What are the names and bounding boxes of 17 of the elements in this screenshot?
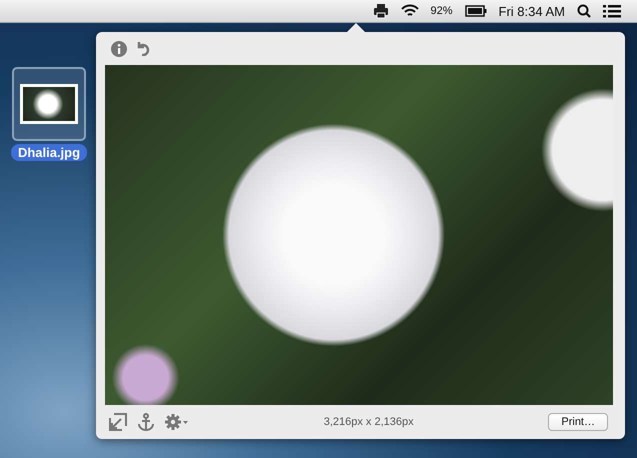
file-thumbnail[interactable] xyxy=(12,67,86,141)
rotate-icon[interactable] xyxy=(137,41,150,56)
wifi-icon[interactable] xyxy=(400,4,418,18)
fullscreen-icon[interactable] xyxy=(109,413,127,431)
menu-bar-clock[interactable]: Fri 8:34 AM xyxy=(498,4,565,18)
file-name-label[interactable]: Dhalia.jpg xyxy=(10,144,88,161)
printer-icon[interactable] xyxy=(372,4,388,18)
search-icon[interactable] xyxy=(577,4,591,18)
info-icon[interactable] xyxy=(111,40,127,56)
image-dimensions: 3,216px x 2,136px xyxy=(322,416,415,428)
list-icon[interactable] xyxy=(603,4,621,18)
photo-placeholder xyxy=(20,84,78,124)
anchor-icon[interactable] xyxy=(137,413,155,431)
battery-icon[interactable] xyxy=(464,5,487,17)
gear-icon[interactable] xyxy=(165,413,189,431)
print-button[interactable]: Print… xyxy=(548,413,608,431)
battery-percentage[interactable]: 92% xyxy=(430,5,453,17)
